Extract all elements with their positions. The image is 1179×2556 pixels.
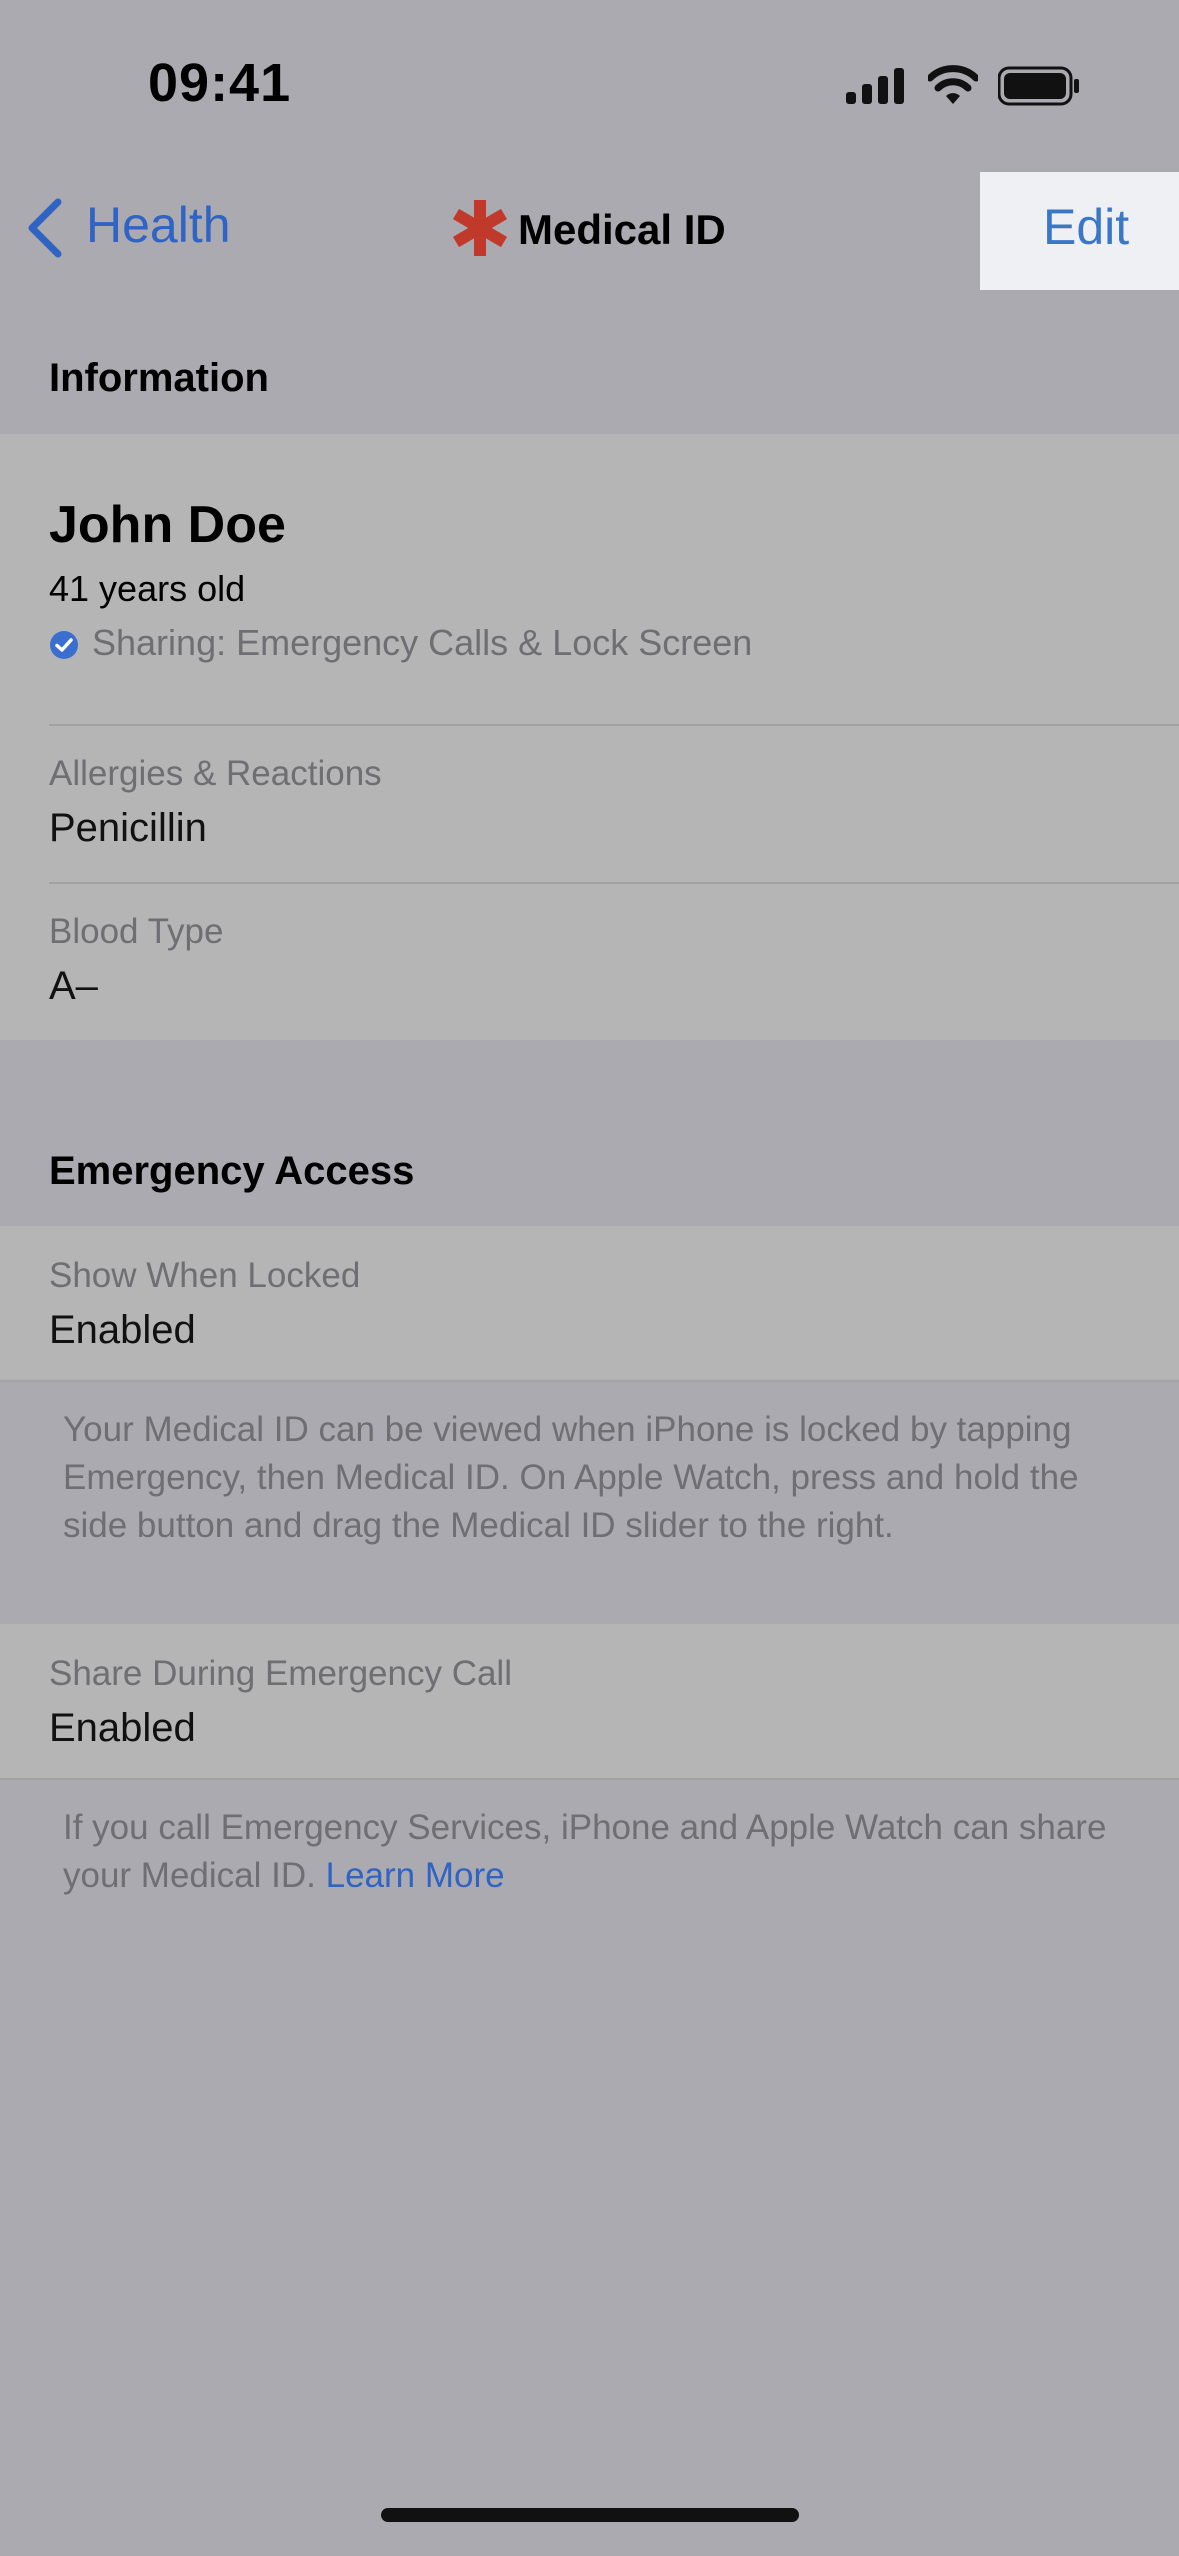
medical-star-icon [452, 200, 508, 256]
learn-more-link[interactable]: Learn More [326, 1856, 505, 1895]
share-during-call-note: If you call Emergency Services, iPhone a… [63, 1808, 1107, 1895]
page-title: Medical ID [518, 206, 726, 253]
share-during-call-row [0, 1624, 1179, 1778]
signal-icon [846, 68, 904, 104]
section-header-information: Information [49, 356, 269, 400]
blood-type-label: Blood Type [49, 912, 224, 951]
battery-icon [998, 66, 1079, 106]
chevron-left-icon [28, 198, 62, 258]
share-during-call-label: Share During Emergency Call [49, 1654, 512, 1693]
allergies-value: Penicillin [49, 806, 207, 850]
back-button-label[interactable]: Health [86, 196, 231, 254]
status-time: 09:41 [148, 53, 292, 113]
blood-type-value: A– [49, 964, 98, 1008]
divider [0, 1778, 1179, 1780]
show-when-locked-row [0, 1226, 1179, 1380]
divider [0, 1380, 1179, 1382]
divider [49, 882, 1179, 884]
show-when-locked-label: Show When Locked [49, 1256, 361, 1295]
profile-name: John Doe [49, 496, 286, 554]
allergies-label: Allergies & Reactions [49, 754, 382, 793]
share-during-call-footnote: If you call Emergency Services, iPhone a… [63, 1804, 1123, 1900]
home-indicator[interactable] [381, 2508, 799, 2522]
checkmark-circle-icon [50, 631, 78, 659]
profile-age: 41 years old [49, 568, 246, 609]
edit-button-label[interactable]: Edit [1043, 198, 1129, 256]
show-when-locked-value: Enabled [49, 1308, 196, 1352]
wifi-icon [928, 65, 978, 104]
divider [49, 724, 1179, 726]
share-during-call-value: Enabled [49, 1706, 196, 1750]
section-header-emergency-access: Emergency Access [49, 1149, 415, 1193]
show-when-locked-footnote: Your Medical ID can be viewed when iPhon… [63, 1410, 1079, 1545]
sharing-status: Sharing: Emergency Calls & Lock Screen [92, 622, 753, 663]
